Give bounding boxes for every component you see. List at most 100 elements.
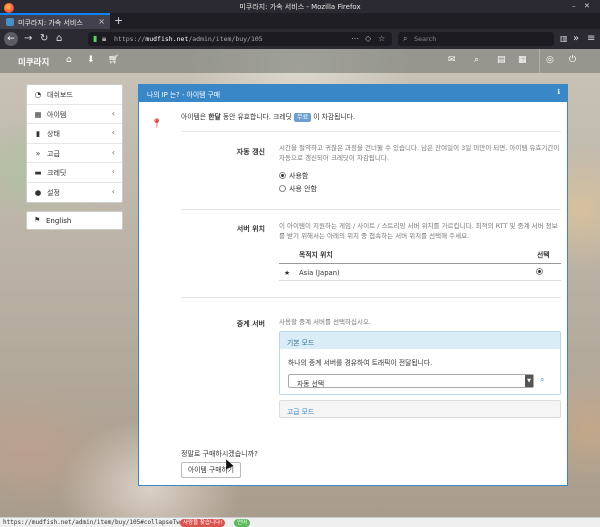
- web-page: 미쿠라지 ⌂ ⬇ 🛒︎ ✉ ⌕ ▤ ▦ ◎ ⏻ ◔ 대쉬보드 ▦ 아이템 ‹ ▮…: [0, 49, 600, 517]
- window-titlebar: 미쿠라지: 가속 서비스 - Mozilla Firefox – ✕: [0, 0, 600, 13]
- sidebar-item-label: 상태: [47, 130, 60, 138]
- status-icon: ▮: [35, 129, 41, 138]
- basic-mode-text: 하나의 중계 서버를 경유하여 트래픽이 전달됩니다.: [288, 359, 433, 367]
- lock-icon[interactable]: 🔒︎: [102, 34, 106, 44]
- sidebar-menu: ◔ 대쉬보드 ▦ 아이템 ‹ ▮ 상태 ‹ » 고급 ‹ ▬ 크레딧 ‹ ● 설…: [26, 84, 123, 203]
- table-row[interactable]: ★ Asia (Japan): [279, 263, 561, 281]
- pin-icon: 📍︎: [151, 119, 163, 129]
- logout-icon[interactable]: ⏻: [569, 55, 576, 65]
- page-actions-icon[interactable]: ⋯: [351, 34, 359, 43]
- sidebar-item-status[interactable]: ▮ 상태 ‹: [27, 124, 122, 144]
- book-icon[interactable]: ▤: [497, 55, 506, 65]
- status-pill-green[interactable]: 언어: [234, 519, 251, 527]
- search-icon[interactable]: ⌕: [474, 55, 479, 65]
- shield-icon[interactable]: ▮: [93, 34, 97, 43]
- intro-text: 아이템은 한달 동안 유효합니다. 크레딧 무료 이 차감됩니다.: [181, 113, 356, 122]
- tab-bar: 미쿠라지: 가속 서비스 × +: [0, 13, 600, 29]
- chat-icon[interactable]: ✉: [448, 55, 456, 65]
- minimize-icon[interactable]: –: [572, 2, 576, 10]
- relay-select-value: 자동 선택: [297, 380, 325, 388]
- language-icon: ⚑: [34, 216, 41, 224]
- tab-close-icon[interactable]: ×: [98, 17, 105, 26]
- bookmark-star-icon[interactable]: ☆: [378, 34, 385, 43]
- search-icon[interactable]: ⌕: [540, 375, 544, 385]
- app-navbar: 미쿠라지 ⌂ ⬇ 🛒︎ ✉ ⌕ ▤ ▦ ◎ ⏻: [0, 49, 600, 73]
- radio-selected-icon[interactable]: [279, 172, 286, 179]
- sidebar-item-label: 아이템: [47, 110, 67, 119]
- chevron-left-icon: ‹: [111, 186, 115, 196]
- forward-icon[interactable]: →: [24, 32, 32, 46]
- location-cell: Asia (Japan): [299, 269, 340, 277]
- reload-icon[interactable]: ↻: [40, 32, 48, 46]
- user-icon: ●: [34, 187, 42, 197]
- language-selector[interactable]: ⚑ English: [26, 211, 123, 230]
- relay-server-help: 사용할 중계 서버를 선택하십시오.: [279, 318, 371, 326]
- panel-title: 나의 IP 는? - 아이템 구매: [147, 91, 221, 99]
- search-box[interactable]: ⌕ Search: [398, 32, 554, 46]
- server-location-help: 이 아이템이 지원하는 게임 / 사이트 / 스트리밍 서버 위치를 가르킵니다…: [279, 222, 558, 240]
- cart-icon[interactable]: 🛒︎: [108, 55, 119, 65]
- overflow-icon[interactable]: »: [573, 32, 579, 46]
- chevron-left-icon: ‹: [111, 147, 115, 157]
- grid-icon[interactable]: ▦: [518, 55, 527, 65]
- pocket-icon[interactable]: ◇: [365, 34, 371, 43]
- confirm-text: 정말로 구매하시겠습니까?: [181, 450, 258, 458]
- credit-icon: ▬: [34, 168, 42, 177]
- relay-select[interactable]: 자동 선택 ▼: [288, 374, 534, 388]
- info-icon[interactable]: ℹ: [557, 88, 560, 96]
- browser-tab[interactable]: 미쿠라지: 가속 서비스 ×: [0, 13, 110, 29]
- sidebar-item-items[interactable]: ▦ 아이템 ‹: [27, 105, 122, 124]
- browser-toolbar: ← → ↻ ⌂ ▮ 🔒︎ https://mudfish.net/admin/i…: [0, 29, 600, 49]
- status-pill-red[interactable]: 사랑을 찾습니다!: [180, 519, 226, 527]
- renew-on-radio[interactable]: 사용함: [279, 171, 308, 181]
- divider: [181, 131, 561, 132]
- chevron-left-icon: ‹: [111, 167, 115, 176]
- home-icon[interactable]: ⌂: [66, 55, 72, 65]
- column-header-select: 선택: [537, 251, 550, 259]
- menu-icon[interactable]: ≡: [587, 32, 595, 46]
- advanced-icon: »: [35, 148, 41, 158]
- chevron-down-icon[interactable]: ▼: [525, 375, 533, 387]
- star-icon: ★: [284, 269, 291, 277]
- back-icon[interactable]: ←: [4, 32, 18, 46]
- close-window-icon[interactable]: ✕: [584, 2, 590, 10]
- sidebar-item-settings[interactable]: ● 설정 ‹: [27, 183, 122, 203]
- sidebar-item-dashboard[interactable]: ◔ 대쉬보드: [27, 85, 122, 105]
- favicon-icon: [6, 18, 14, 26]
- buy-item-panel: 나의 IP 는? - 아이템 구매 ℹ 📍︎ 아이템은 한달 동안 유효합니다.…: [138, 84, 568, 486]
- location-radio[interactable]: [536, 268, 546, 276]
- sidebar-item-credit[interactable]: ▬ 크레딧 ‹: [27, 163, 122, 183]
- column-header-location: 목적지 위치: [299, 251, 333, 259]
- brand-logo[interactable]: 미쿠라지: [18, 56, 49, 68]
- nav-divider: [539, 49, 540, 73]
- server-location-label: 서버 위치: [236, 225, 265, 233]
- search-icon: ⌕: [403, 34, 408, 43]
- panel-header: 나의 IP 는? - 아이템 구매 ℹ: [139, 85, 567, 102]
- sidebar-item-label: 설정: [47, 188, 60, 197]
- library-icon[interactable]: ▥: [560, 32, 568, 46]
- relay-server-label: 중계 서버: [236, 320, 265, 328]
- tab-title: 미쿠라지: 가속 서비스: [18, 19, 83, 27]
- advanced-mode-box[interactable]: 고급 모드: [279, 400, 561, 418]
- basic-mode-box: 기본 모드 하나의 중계 서버를 경유하여 트래픽이 전달됩니다. 자동 선택 …: [279, 331, 561, 395]
- sidebar-item-label: 대쉬보드: [47, 91, 73, 99]
- search-input[interactable]: Search: [414, 35, 436, 43]
- url-text[interactable]: https://mudfish.net/admin/item/buy/105: [114, 35, 263, 43]
- url-bar[interactable]: ▮ 🔒︎ https://mudfish.net/admin/item/buy/…: [88, 32, 392, 46]
- auto-renew-label: 자동 갱신: [236, 148, 265, 156]
- status-url: https://mudfish.net/admin/item/buy/105#c…: [3, 519, 184, 526]
- items-icon: ▦: [34, 109, 42, 119]
- divider: [181, 209, 561, 210]
- settings-icon[interactable]: ◎: [546, 55, 554, 65]
- renew-off-radio[interactable]: 사용 안함: [279, 184, 317, 194]
- sidebar-item-advanced[interactable]: » 고급 ‹: [27, 144, 122, 163]
- new-tab-icon[interactable]: +: [114, 14, 123, 27]
- language-label: English: [46, 217, 72, 225]
- radio-selected-icon[interactable]: [536, 268, 543, 275]
- radio-empty-icon[interactable]: [279, 185, 286, 192]
- home-icon[interactable]: ⌂: [56, 32, 62, 46]
- sidebar-item-label: 크레딧: [47, 169, 67, 177]
- advanced-mode-toggle[interactable]: 고급 모드: [287, 406, 314, 416]
- download-icon[interactable]: ⬇: [87, 55, 95, 65]
- basic-mode-toggle[interactable]: 기본 모드: [280, 332, 560, 349]
